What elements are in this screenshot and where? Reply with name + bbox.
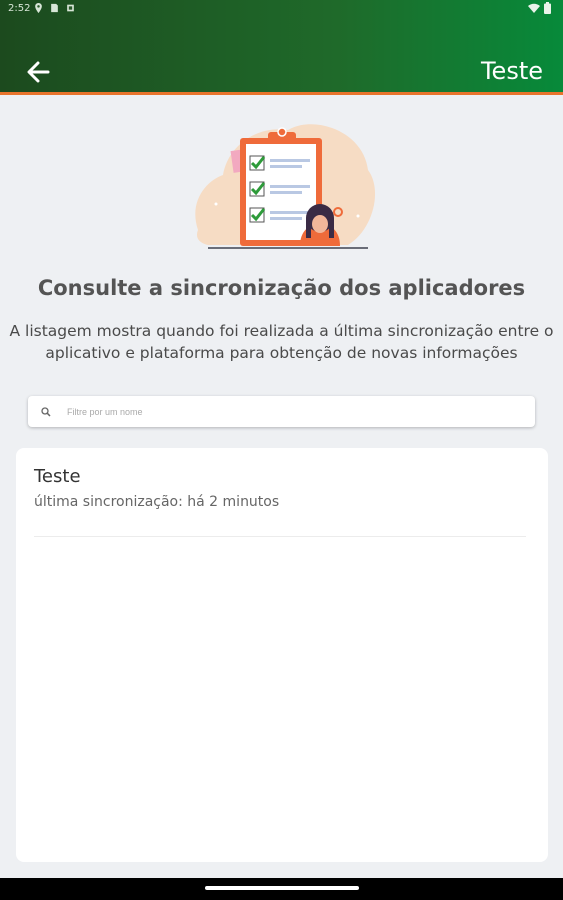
status-bar: 2:52: [0, 0, 563, 20]
applicator-name: Teste: [34, 466, 81, 487]
last-sync-text: última sincronização: há 2 minutos: [34, 494, 280, 510]
app-notification-icon: [67, 4, 74, 12]
sync-list-card: Teste última sincronização: há 2 minutos: [16, 448, 548, 862]
status-time: 2:52: [8, 3, 31, 14]
app-bar: 2:52 Teste: [0, 0, 563, 95]
search-bar[interactable]: [28, 396, 535, 427]
system-navigation-bar: [0, 878, 563, 900]
clipboard-checklist-illustration: [195, 124, 376, 249]
page-heading: Consulte a sincronização dos aplicadores: [37, 276, 526, 300]
description-line-2: aplicativo e plataforma para obtenção de…: [45, 344, 518, 362]
app-bar-title: Teste: [480, 57, 543, 85]
description-line-1: A listagem mostra quando foi realizada a…: [9, 322, 554, 340]
search-icon: [41, 406, 51, 417]
list-item[interactable]: Teste última sincronização: há 2 minutos: [34, 466, 526, 537]
location-icon: [35, 3, 42, 13]
page-description: A listagem mostra quando foi realizada a…: [0, 320, 563, 364]
back-button[interactable]: [20, 56, 56, 88]
sim-card-icon: [51, 3, 58, 13]
arrow-left-icon: [27, 61, 50, 83]
search-input[interactable]: [65, 405, 509, 418]
wifi-icon: [528, 3, 540, 13]
battery-icon: [544, 2, 551, 14]
home-gesture-handle[interactable]: [205, 886, 359, 890]
